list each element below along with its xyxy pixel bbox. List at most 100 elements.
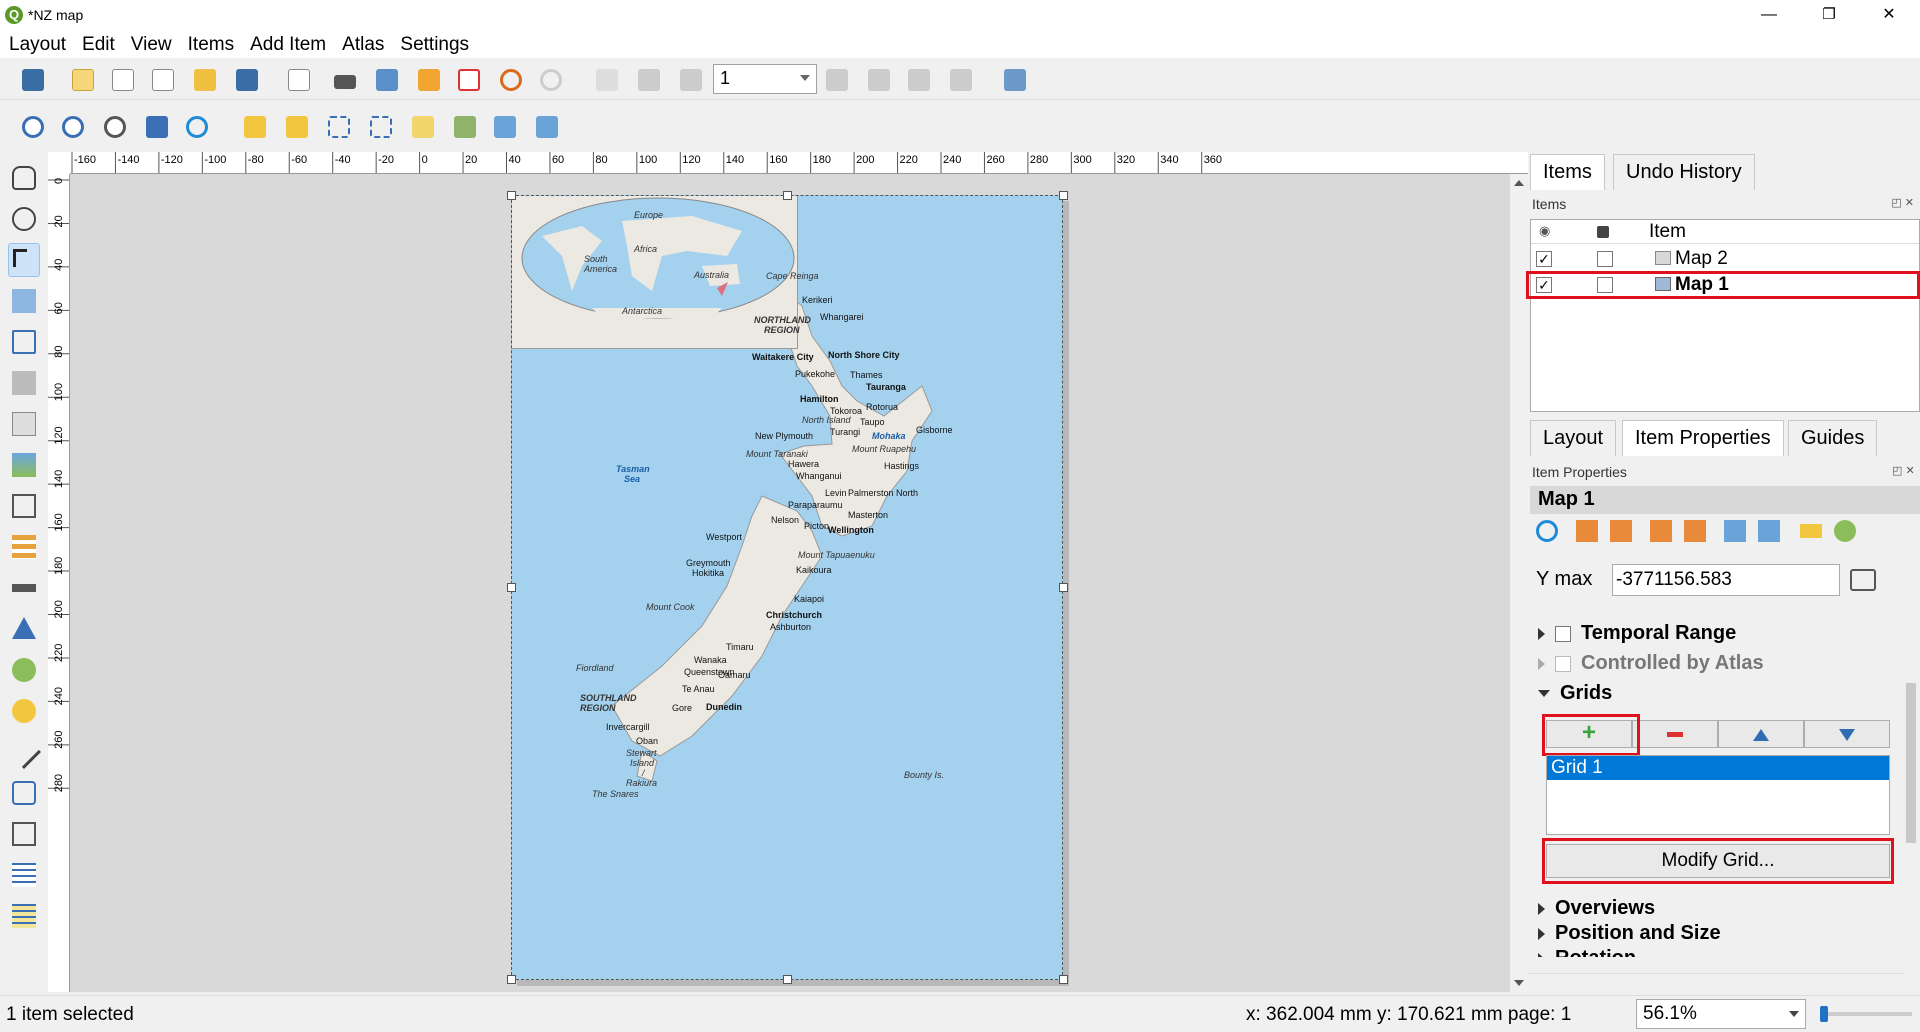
duplicate-layout-button[interactable] bbox=[108, 65, 138, 95]
minimize-button[interactable]: — bbox=[1746, 0, 1792, 30]
menu-layout[interactable]: Layout bbox=[0, 30, 73, 56]
tab-layout[interactable]: Layout bbox=[1530, 420, 1617, 456]
zoom-in-button[interactable] bbox=[18, 112, 48, 142]
temporal-range-section[interactable]: Temporal Range bbox=[1538, 622, 1736, 645]
add-arrow-button[interactable] bbox=[7, 735, 41, 769]
scrollbar-thumb[interactable] bbox=[1906, 683, 1916, 843]
save-template-button[interactable] bbox=[232, 65, 262, 95]
view-scale-icon[interactable] bbox=[1684, 520, 1706, 542]
menu-atlas[interactable]: Atlas bbox=[333, 30, 391, 56]
add-label-button[interactable] bbox=[8, 489, 40, 523]
tab-items[interactable]: Items bbox=[1530, 154, 1605, 190]
unlock-items-button[interactable] bbox=[282, 112, 312, 142]
export-image-button[interactable] bbox=[372, 65, 402, 95]
export-atlas-button[interactable] bbox=[946, 65, 976, 95]
data-defined-override-icon[interactable] bbox=[1850, 569, 1876, 591]
save-layout-button[interactable] bbox=[18, 65, 48, 95]
restore-button[interactable]: ❐ bbox=[1806, 0, 1852, 30]
pan-tool-button[interactable] bbox=[8, 161, 40, 195]
scroll-down-icon[interactable] bbox=[1514, 980, 1524, 986]
atlas-preview-button[interactable] bbox=[592, 65, 622, 95]
move-grid-down-button[interactable] bbox=[1804, 720, 1890, 748]
edit-nodes-tool-button[interactable] bbox=[8, 325, 40, 359]
vertical-ruler[interactable]: 0 20 40 60 80 100 120 140 160 180 200 220 240 260 280 bbox=[48, 174, 70, 992]
add-shape-button[interactable] bbox=[8, 653, 40, 687]
group-items-button[interactable] bbox=[324, 112, 354, 142]
print-button[interactable] bbox=[330, 65, 360, 95]
open-template-button[interactable] bbox=[190, 65, 220, 95]
clipping-icon[interactable] bbox=[1834, 520, 1856, 542]
zoom-out-button[interactable] bbox=[58, 112, 88, 142]
move-content-tool-button[interactable] bbox=[8, 284, 40, 318]
select-move-tool-button[interactable] bbox=[8, 243, 40, 277]
add-nodes-button[interactable] bbox=[8, 776, 40, 810]
menu-add-item[interactable]: Add Item bbox=[241, 30, 333, 56]
atlas-settings-button[interactable] bbox=[1000, 65, 1030, 95]
export-svg-button[interactable] bbox=[414, 65, 444, 95]
map-item-map-1[interactable]: Europe Africa South America Australia An… bbox=[511, 195, 1063, 980]
atlas-page-select[interactable]: 1 bbox=[713, 64, 817, 94]
panel-float-close-icon[interactable]: ◰ ✕ bbox=[1891, 196, 1914, 209]
menu-items[interactable]: Items bbox=[179, 30, 241, 56]
overviews-section[interactable]: Overviews bbox=[1538, 897, 1655, 920]
set-scale-icon[interactable] bbox=[1650, 520, 1672, 542]
zoom-select[interactable]: 56.1% bbox=[1636, 999, 1806, 1029]
add-html-button[interactable] bbox=[8, 817, 40, 851]
resize-handle[interactable] bbox=[507, 583, 516, 592]
layout-manager-button[interactable] bbox=[148, 65, 178, 95]
position-size-section[interactable]: Position and Size bbox=[1538, 922, 1721, 945]
resize-handle[interactable] bbox=[1059, 191, 1068, 200]
zoom-actual-button[interactable] bbox=[100, 112, 130, 142]
item-row-map-2[interactable]: ✓ Map 2 bbox=[1531, 246, 1919, 272]
scroll-up-icon[interactable] bbox=[1514, 180, 1524, 186]
resize-handle[interactable] bbox=[507, 191, 516, 200]
remove-grid-button[interactable] bbox=[1632, 720, 1718, 748]
zoom-tool-button[interactable] bbox=[8, 202, 40, 236]
menu-settings[interactable]: Settings bbox=[391, 30, 476, 56]
label-settings-icon[interactable] bbox=[1800, 524, 1822, 538]
add-legend-button[interactable] bbox=[8, 530, 40, 564]
tab-undo-history[interactable]: Undo History bbox=[1613, 154, 1755, 190]
add-attribute-table-button[interactable] bbox=[8, 858, 40, 892]
bookmarks-icon[interactable] bbox=[1724, 520, 1746, 542]
atlas-checkbox[interactable] bbox=[1555, 655, 1571, 672]
tab-guides[interactable]: Guides bbox=[1788, 420, 1878, 456]
resize-handle[interactable] bbox=[507, 975, 516, 984]
new-layout-button[interactable] bbox=[68, 65, 98, 95]
previous-feature-button[interactable] bbox=[676, 65, 706, 95]
item-properties-horizontal-scrollbar[interactable] bbox=[1528, 973, 1904, 987]
lock-checkbox[interactable] bbox=[1597, 251, 1613, 267]
first-feature-button[interactable] bbox=[634, 65, 664, 95]
redo-button[interactable] bbox=[536, 65, 566, 95]
zoom-slider-handle[interactable] bbox=[1820, 1006, 1828, 1022]
view-extent-icon[interactable] bbox=[1610, 520, 1632, 542]
map-item-map-2[interactable]: Europe Africa South America Australia An… bbox=[512, 196, 798, 349]
ymax-input[interactable]: -3771156.583 bbox=[1612, 564, 1840, 596]
menu-view[interactable]: View bbox=[122, 30, 179, 56]
resize-items-button[interactable] bbox=[532, 112, 562, 142]
move-content-icon[interactable] bbox=[1758, 520, 1780, 542]
item-properties-vertical-scrollbar[interactable] bbox=[1904, 553, 1918, 973]
distribute-items-button[interactable] bbox=[490, 112, 520, 142]
zoom-slider[interactable] bbox=[1820, 1006, 1912, 1022]
set-extent-icon[interactable] bbox=[1576, 520, 1598, 542]
align-items-button[interactable] bbox=[450, 112, 480, 142]
resize-handle[interactable] bbox=[783, 191, 792, 200]
grid-list-item[interactable]: Grid 1 bbox=[1547, 756, 1889, 780]
resize-handle[interactable] bbox=[783, 975, 792, 984]
refresh-icon[interactable] bbox=[1536, 520, 1558, 542]
add-pages-button[interactable] bbox=[284, 65, 314, 95]
rotation-section[interactable]: Rotation bbox=[1538, 947, 1636, 957]
horizontal-ruler[interactable]: -160 -140 -120 -100 -80 -60 -40 -20 0 20 40 60 80 100… bbox=[70, 152, 1528, 174]
lock-items-button[interactable] bbox=[240, 112, 270, 142]
raise-items-button[interactable] bbox=[408, 112, 438, 142]
add-north-arrow-button[interactable] bbox=[8, 612, 40, 646]
resize-handle[interactable] bbox=[1059, 583, 1068, 592]
zoom-full-button[interactable] bbox=[142, 112, 172, 142]
next-feature-button[interactable] bbox=[822, 65, 852, 95]
add-3d-map-button[interactable] bbox=[8, 407, 40, 441]
temporal-range-checkbox[interactable] bbox=[1555, 625, 1571, 642]
refresh-button[interactable] bbox=[182, 112, 212, 142]
grids-section[interactable]: Grids bbox=[1538, 682, 1612, 705]
add-fixed-table-button[interactable] bbox=[8, 899, 40, 933]
